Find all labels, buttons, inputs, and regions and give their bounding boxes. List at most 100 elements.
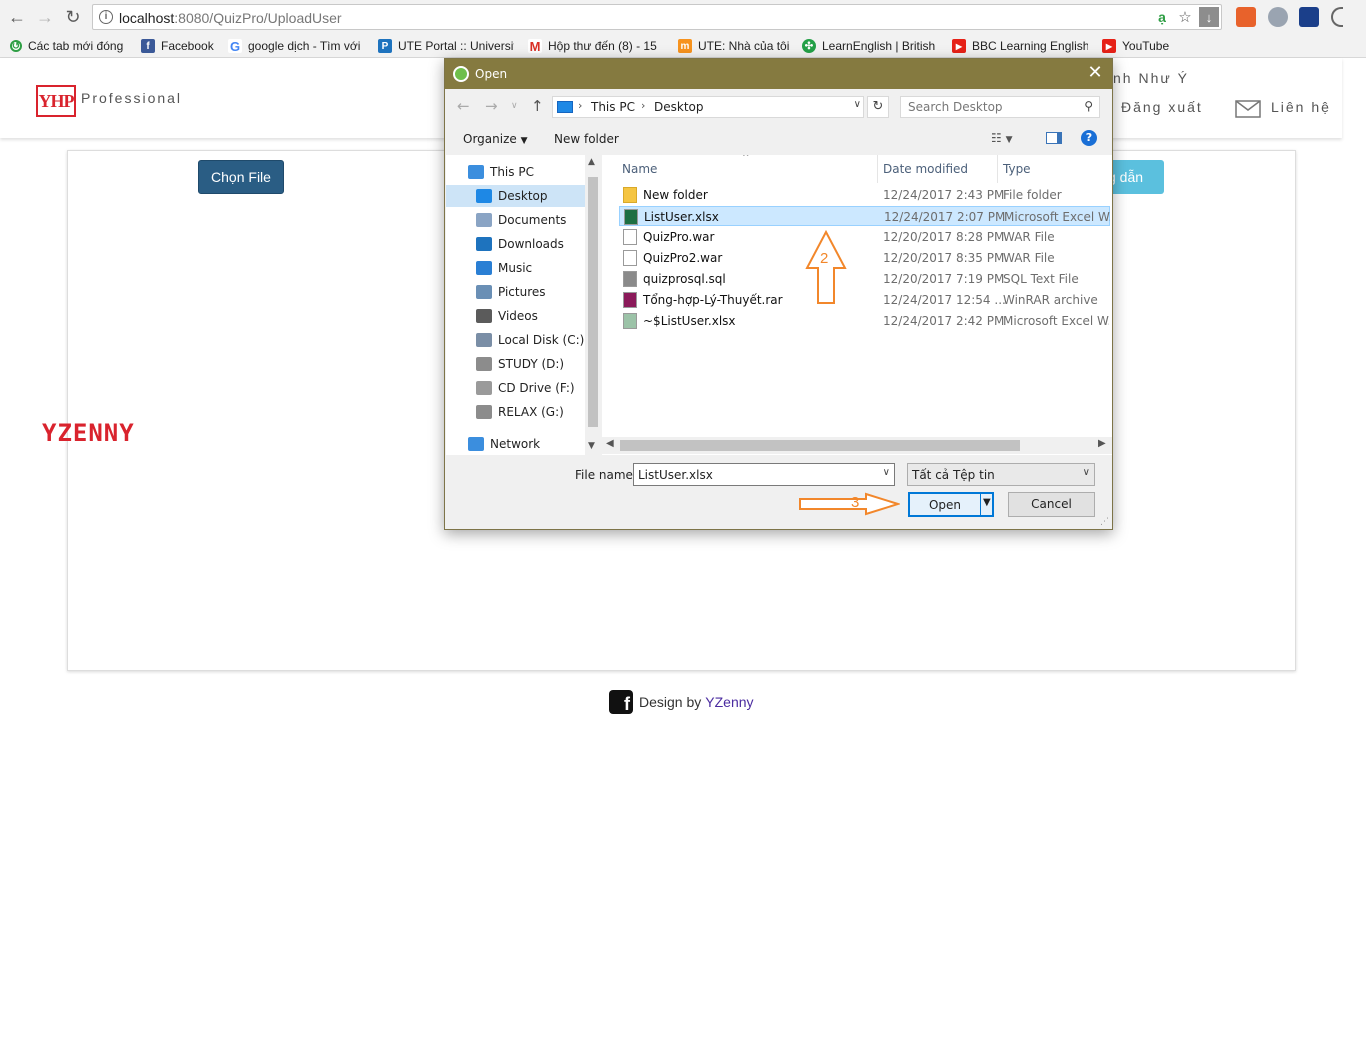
nav-item-7[interactable]: Local Disk (C:) [446, 329, 585, 351]
caret-down-icon[interactable]: ▼ [983, 497, 991, 508]
file-row[interactable]: New folder 12/24/2017 2:43 PM File folder [619, 185, 1110, 205]
file-name-field[interactable]: ListUser.xlsx ∨ [633, 463, 895, 486]
new-folder-button[interactable]: New folder [554, 132, 619, 146]
nav-item-label: This PC [490, 165, 534, 179]
column-date-modified[interactable]: Date modified [883, 162, 968, 176]
chevron-down-icon[interactable]: ∨ [883, 467, 890, 478]
bookmark-ute-moodle[interactable]: m UTE: Nhà của tôi [678, 37, 794, 55]
chat-extension-icon[interactable] [1268, 7, 1288, 27]
preview-pane-icon[interactable] [1046, 132, 1062, 144]
horizontal-scrollbar[interactable]: ◀ ▶ [602, 437, 1112, 454]
translate-icon[interactable]: ạ [1155, 7, 1169, 27]
scroll-right-icon[interactable]: ▶ [1098, 438, 1106, 449]
bookmark-gmail[interactable]: M Hộp thư đến (8) - 15 [528, 37, 663, 55]
info-icon[interactable]: i [99, 10, 113, 24]
nav-logout[interactable]: Đăng xuất [1121, 99, 1203, 115]
nav-item-10[interactable]: RELAX (G:) [446, 401, 585, 423]
column-name[interactable]: Name [622, 162, 657, 176]
dialog-titlebar[interactable]: Open ✕ [445, 59, 1112, 89]
cancel-button[interactable]: Cancel [1008, 492, 1095, 517]
choose-file-button[interactable]: Chọn File [198, 160, 284, 194]
bookmark-learnenglish[interactable]: ✣ LearnEnglish | British [802, 37, 938, 55]
mail-icon[interactable] [1235, 100, 1261, 118]
search-icon: ⚲ [1084, 99, 1093, 113]
search-input[interactable]: Search Desktop ⚲ [900, 96, 1100, 118]
nav-item-11[interactable]: Network [446, 433, 585, 455]
refresh-icon[interactable]: ↻ [867, 96, 889, 118]
help-icon[interactable]: ? [1081, 130, 1097, 146]
scroll-up-icon[interactable]: ▲ [588, 157, 595, 167]
bookmark-google-translate[interactable]: Ggoogle dịch - Tìm với [228, 37, 362, 55]
back-arrow-icon[interactable]: ← [457, 97, 470, 115]
site-logo[interactable]: YHP [36, 85, 76, 117]
nav-item-8[interactable]: STUDY (D:) [446, 353, 585, 375]
back-arrow-icon[interactable]: ← [6, 6, 28, 28]
resize-grip-icon[interactable]: ⋰ [1100, 517, 1110, 527]
forward-arrow-icon[interactable]: → [34, 6, 56, 28]
bookmark-label: UTE Portal :: Universit [398, 39, 514, 53]
file-name-value: ListUser.xlsx [638, 468, 713, 482]
file-type-filter[interactable]: Tất cả Tệp tin ∨ [907, 463, 1095, 486]
profile-icon[interactable] [1331, 7, 1343, 27]
facebook-icon[interactable]: f [609, 690, 633, 714]
file-row[interactable]: quizprosql.sql 12/20/2017 7:19 PM SQL Text… [619, 269, 1110, 289]
file-row[interactable]: Tổng-hợp-Lý-Thuyết.rar 12/24/2017 12:54 .… [619, 290, 1110, 310]
nav-item-5[interactable]: Pictures [446, 281, 585, 303]
scrollbar-thumb[interactable] [620, 440, 1020, 451]
open-file-dialog: Open ✕ ← → ∨ ↑ › This PC › Desktop ∨ ↻ S… [444, 58, 1113, 530]
location-bar[interactable]: › This PC › Desktop ∨ [552, 96, 864, 118]
file-name-label: File name: [575, 468, 637, 482]
bookmark-ute-portal[interactable]: P UTE Portal :: Universit [378, 37, 514, 55]
nav-item-1[interactable]: Desktop [446, 185, 585, 207]
close-icon[interactable]: ✕ [1084, 62, 1106, 84]
office-extension-icon[interactable] [1236, 7, 1256, 27]
file-row[interactable]: QuizPro.war 12/20/2017 8:28 PM WAR File [619, 227, 1110, 247]
ute-portal-icon: P [378, 39, 392, 53]
forward-arrow-icon[interactable]: → [485, 97, 498, 115]
open-button[interactable]: Open ▼ [908, 492, 994, 517]
bookmark-label: google dịch - Tìm với [248, 39, 361, 53]
breadcrumb-desktop[interactable]: Desktop [654, 100, 704, 114]
nav-item-3[interactable]: Downloads [446, 233, 585, 255]
recent-locations-icon[interactable]: ∨ [511, 101, 518, 111]
file-row[interactable]: ~$ListUser.xlsx 12/24/2017 2:42 PM Microso… [619, 311, 1110, 331]
nav-user-name[interactable]: nh Như Ý [1113, 70, 1189, 86]
nav-item-0[interactable]: This PC [446, 161, 585, 183]
footer-author-link[interactable]: YZenny [705, 694, 753, 710]
nav-item-2[interactable]: Documents [446, 209, 585, 231]
breadcrumb-this-pc[interactable]: This PC [591, 100, 635, 114]
bookmark-bbc-learning[interactable]: ▶ BBC Learning English [952, 37, 1088, 55]
bookmark-youtube[interactable]: ▶ YouTube [1102, 37, 1182, 55]
reload-icon[interactable]: ↻ [62, 6, 84, 28]
bookmarks-bar: ↺ Các tab mới đóng f Facebook Ggoogle dịch… [0, 34, 1366, 58]
chevron-down-icon[interactable]: ∨ [854, 99, 861, 110]
file-name: Tổng-hợp-Lý-Thuyết.rar [643, 293, 783, 307]
scroll-down-icon[interactable]: ▼ [588, 441, 595, 451]
bookmark-facebook[interactable]: f Facebook [141, 37, 219, 55]
bookmark-star-icon[interactable]: ☆ [1177, 7, 1193, 27]
view-options-icon[interactable]: ☷ ▼ [991, 131, 1021, 147]
guide-button[interactable]: g dẫn [1106, 160, 1164, 194]
scroll-left-icon[interactable]: ◀ [606, 438, 614, 449]
column-divider[interactable] [877, 155, 878, 183]
column-divider[interactable] [997, 155, 998, 183]
scrollbar-thumb[interactable] [588, 177, 598, 427]
file-type: WAR File [1003, 251, 1055, 265]
nav-item-6[interactable]: Videos [446, 305, 585, 327]
nav-item-9[interactable]: CD Drive (F:) [446, 377, 585, 399]
open-button-label: Open [928, 498, 962, 512]
site-brand[interactable]: Professional [81, 90, 182, 106]
navigation-scrollbar[interactable]: ▲ ▼ [585, 155, 601, 455]
nav-item-4[interactable]: Music [446, 257, 585, 279]
dictionary-extension-icon[interactable] [1299, 7, 1319, 27]
chevron-down-icon[interactable]: ∨ [1083, 467, 1090, 478]
file-row[interactable]: QuizPro2.war 12/20/2017 8:35 PM WAR File [619, 248, 1110, 268]
file-row[interactable]: ListUser.xlsx 12/24/2017 2:07 PM Microsoft… [619, 206, 1110, 226]
up-arrow-icon[interactable]: ↑ [531, 97, 544, 115]
address-bar[interactable]: i localhost:8080/QuizPro/UploadUser ạ ☆ … [92, 4, 1222, 30]
bookmark-recent-tabs[interactable]: ↺ Các tab mới đóng [10, 37, 132, 55]
column-type[interactable]: Type [1003, 162, 1031, 176]
organize-menu[interactable]: Organize ▼ [463, 132, 528, 146]
download-icon[interactable]: ↓ [1199, 7, 1219, 27]
nav-contact[interactable]: Liên hệ [1271, 99, 1331, 115]
